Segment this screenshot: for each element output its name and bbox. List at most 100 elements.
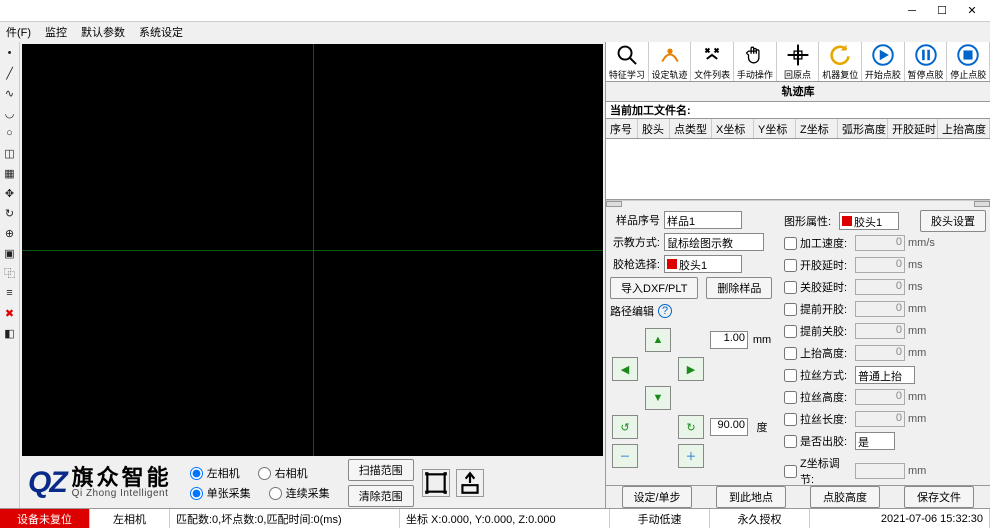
file-list-button[interactable]: 文件列表 xyxy=(691,42,734,81)
drawl-field[interactable]: 0 xyxy=(855,411,905,427)
nav-right-button[interactable]: ▶ xyxy=(678,357,704,381)
tool-circle-icon[interactable]: ○ xyxy=(3,126,17,140)
chk-lift[interactable] xyxy=(784,347,797,360)
chk-preoff[interactable] xyxy=(784,325,797,338)
set-track-button[interactable]: 设定轨迹 xyxy=(649,42,692,81)
chk-off[interactable] xyxy=(784,281,797,294)
teach-label: 示教方式: xyxy=(610,234,660,250)
logo: QZ 旗众智能 Qi Zhong Intelligent xyxy=(20,466,180,500)
radio-right-camera[interactable]: 右相机 xyxy=(258,465,308,481)
chk-draw[interactable] xyxy=(784,369,797,382)
status-speed: 手动低速 xyxy=(610,509,710,528)
status-coords: 坐标 X:0.000, Y:0.000, Z:0.000 xyxy=(400,509,610,528)
draw-select[interactable]: 普通上抬 xyxy=(855,366,915,384)
close-icon[interactable]: ✕ xyxy=(958,2,986,20)
isglue-select[interactable]: 是 xyxy=(855,432,895,450)
tool-misc-icon[interactable]: ◧ xyxy=(3,326,17,340)
track-lib-title: 轨迹库 xyxy=(606,82,990,102)
titlebar: ─ ☐ ✕ xyxy=(0,0,990,22)
sample-select[interactable]: 样品1 xyxy=(664,211,742,229)
menu-system[interactable]: 系统设定 xyxy=(139,24,183,40)
chk-speed[interactable] xyxy=(784,237,797,250)
radio-left-camera[interactable]: 左相机 xyxy=(190,465,240,481)
maximize-icon[interactable]: ☐ xyxy=(928,2,956,20)
tool-poly-icon[interactable]: ∿ xyxy=(3,86,17,100)
head-settings-button[interactable]: 胶头设置 xyxy=(920,210,986,232)
speed-field[interactable]: 0 xyxy=(855,235,905,251)
attr-select[interactable]: 胶头1 xyxy=(839,212,899,230)
chk-drawh[interactable] xyxy=(784,391,797,404)
save-file-button[interactable]: 保存文件 xyxy=(904,486,974,508)
angle-input[interactable]: 90.00 xyxy=(710,418,748,436)
home-button[interactable]: 回原点 xyxy=(777,42,820,81)
nav-down-button[interactable]: ▼ xyxy=(645,386,671,410)
zoom-out-button[interactable]: － xyxy=(612,444,638,468)
tool-origin-icon[interactable]: ⊕ xyxy=(3,226,17,240)
off-field[interactable]: 0 xyxy=(855,279,905,295)
tool-line-icon[interactable]: ╱ xyxy=(3,66,17,80)
delete-sample-button[interactable]: 删除样品 xyxy=(706,277,772,299)
unit-deg: 度 xyxy=(757,419,768,435)
table-body[interactable] xyxy=(606,139,990,200)
feature-learn-button[interactable]: 特征学习 xyxy=(606,42,649,81)
drawh-field[interactable]: 0 xyxy=(855,389,905,405)
preon-field[interactable]: 0 xyxy=(855,301,905,317)
bounds-icon[interactable] xyxy=(422,469,450,497)
tool-rotate-icon[interactable]: ↻ xyxy=(3,206,17,220)
goto-button[interactable]: 到此地点 xyxy=(716,486,786,508)
logo-en: Qi Zhong Intelligent xyxy=(72,489,172,499)
lift-field[interactable]: 0 xyxy=(855,345,905,361)
chk-isglue[interactable] xyxy=(784,435,797,448)
step-input[interactable]: 1.00 xyxy=(710,331,748,349)
sample-label: 样品序号 xyxy=(610,212,660,228)
tool-point-icon[interactable]: • xyxy=(3,46,17,60)
status-camera: 左相机 xyxy=(90,509,170,528)
preoff-field[interactable]: 0 xyxy=(855,323,905,339)
chk-preon[interactable] xyxy=(784,303,797,316)
tool-align-icon[interactable]: ≡ xyxy=(3,286,17,300)
pause-button[interactable]: 暂停点胶 xyxy=(905,42,948,81)
tool-copy-icon[interactable]: ⿻ xyxy=(3,266,17,280)
chk-drawl[interactable] xyxy=(784,413,797,426)
menu-file[interactable]: 件(F) xyxy=(6,24,31,40)
radio-single-shot[interactable]: 单张采集 xyxy=(190,485,251,501)
scan-range-button[interactable]: 扫描范围 xyxy=(348,459,414,481)
tool-del-icon[interactable]: ✖ xyxy=(3,306,17,320)
zadj-field[interactable] xyxy=(855,463,905,479)
chk-zadj[interactable] xyxy=(784,465,797,478)
stop-button[interactable]: 停止点胶 xyxy=(947,42,990,81)
on-field[interactable]: 0 xyxy=(855,257,905,273)
info-icon[interactable]: ? xyxy=(658,304,672,318)
export-icon[interactable] xyxy=(456,469,484,497)
rot-ccw-button[interactable]: ↺ xyxy=(612,415,638,439)
unit-mm: mm xyxy=(753,334,771,346)
nav-up-button[interactable]: ▲ xyxy=(645,328,671,352)
hscrollbar[interactable] xyxy=(606,200,990,207)
status-match: 匹配数:0,坏点数:0,匹配时间:0(ms) xyxy=(170,509,400,528)
th-ptype: 点类型 xyxy=(670,119,712,138)
tool-sel-icon[interactable]: ◫ xyxy=(3,146,17,160)
head-select[interactable]: 胶头1 xyxy=(664,255,742,273)
tool-move-icon[interactable]: ✥ xyxy=(3,186,17,200)
chk-on[interactable] xyxy=(784,259,797,272)
teach-select[interactable]: 鼠标绘图示教 xyxy=(664,233,764,251)
reset-button[interactable]: 机器复位 xyxy=(819,42,862,81)
start-button[interactable]: 开始点胶 xyxy=(862,42,905,81)
zoom-in-button[interactable]: ＋ xyxy=(678,444,704,468)
tool-hatch-icon[interactable]: ▦ xyxy=(3,166,17,180)
tool-scale-icon[interactable]: ▣ xyxy=(3,246,17,260)
canvas[interactable] xyxy=(22,44,603,456)
radio-continuous[interactable]: 连续采集 xyxy=(269,485,330,501)
minimize-icon[interactable]: ─ xyxy=(898,2,926,20)
manual-op-button[interactable]: 手动操作 xyxy=(734,42,777,81)
clear-range-button[interactable]: 清除范围 xyxy=(348,485,414,507)
nav-left-button[interactable]: ◀ xyxy=(612,357,638,381)
set-step-button[interactable]: 设定/单步 xyxy=(622,486,692,508)
import-button[interactable]: 导入DXF/PLT xyxy=(610,277,698,299)
attr-label: 图形属性: xyxy=(784,213,836,229)
rot-cw-button[interactable]: ↻ xyxy=(678,415,704,439)
tool-arc-icon[interactable]: ◡ xyxy=(3,106,17,120)
menu-monitor[interactable]: 监控 xyxy=(45,24,67,40)
glue-height-button[interactable]: 点胶高度 xyxy=(810,486,880,508)
menu-defaults[interactable]: 默认参数 xyxy=(81,24,125,40)
